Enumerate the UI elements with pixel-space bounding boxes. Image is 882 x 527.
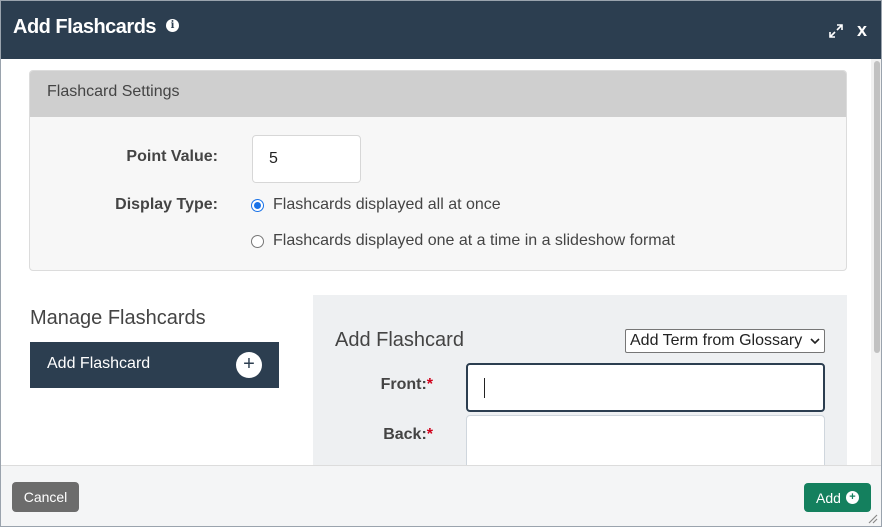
scrollbar-thumb[interactable] [874, 61, 880, 353]
add-flashcard-button[interactable]: Add Flashcard + [30, 342, 279, 388]
add-flashcard-title: Add Flashcard [335, 329, 464, 351]
radio-unselected-icon[interactable] [251, 234, 264, 248]
manage-flashcards-title: Manage Flashcards [30, 307, 206, 329]
back-input[interactable] [466, 415, 825, 465]
dialog-footer: Cancel Add + [1, 465, 881, 526]
plus-circle-icon[interactable]: + [236, 352, 262, 378]
close-button[interactable]: x [857, 20, 867, 41]
add-flashcards-dialog: Add Flashcards i x Flashcard Settings Po… [0, 0, 882, 527]
back-label-wrap: Back:* [323, 426, 433, 444]
required-marker: * [426, 376, 433, 393]
vertical-scrollbar[interactable] [871, 59, 881, 465]
radio-all-at-once[interactable]: Flashcards displayed all at once [251, 196, 501, 214]
add-flashcard-panel: Add Flashcard Add Term from Glossary Fro… [313, 295, 847, 465]
settings-heading: Flashcard Settings [30, 71, 846, 117]
front-label-wrap: Front:* [323, 376, 433, 394]
cancel-button[interactable]: Cancel [12, 482, 79, 512]
resize-handle-icon[interactable] [866, 512, 878, 524]
dialog-title: Add Flashcards [13, 16, 157, 38]
point-value-label: Point Value: [126, 148, 218, 165]
radio-selected-icon[interactable] [251, 198, 264, 212]
info-icon[interactable]: i [166, 19, 179, 32]
radio-label-slideshow: Flashcards displayed one at a time in a … [273, 232, 675, 249]
add-button-label: Add [816, 489, 841, 506]
front-label: Front: [380, 376, 427, 393]
add-flashcard-label: Add Flashcard [47, 355, 151, 372]
text-caret [484, 378, 485, 398]
add-button[interactable]: Add + [804, 483, 871, 512]
front-input[interactable] [466, 363, 825, 412]
point-value-row: Point Value: [30, 148, 218, 166]
display-type-label: Display Type: [115, 196, 218, 213]
chevron-down-icon [810, 338, 820, 345]
flashcard-settings-panel: Flashcard Settings Point Value: 5 Displa… [29, 70, 847, 271]
glossary-select-value: Add Term from Glossary [630, 332, 803, 349]
display-type-row: Display Type: [30, 196, 218, 214]
glossary-select[interactable]: Add Term from Glossary [625, 329, 825, 353]
back-label: Back: [383, 426, 427, 443]
dialog-body: Flashcard Settings Point Value: 5 Displa… [1, 59, 871, 465]
radio-label-all-at-once: Flashcards displayed all at once [273, 196, 501, 213]
expand-icon[interactable] [828, 23, 844, 39]
dialog-header: Add Flashcards i x [1, 1, 881, 59]
radio-slideshow[interactable]: Flashcards displayed one at a time in a … [251, 232, 675, 250]
required-marker: * [426, 426, 433, 443]
plus-circle-icon: + [845, 491, 859, 504]
point-value-input[interactable]: 5 [252, 135, 361, 183]
